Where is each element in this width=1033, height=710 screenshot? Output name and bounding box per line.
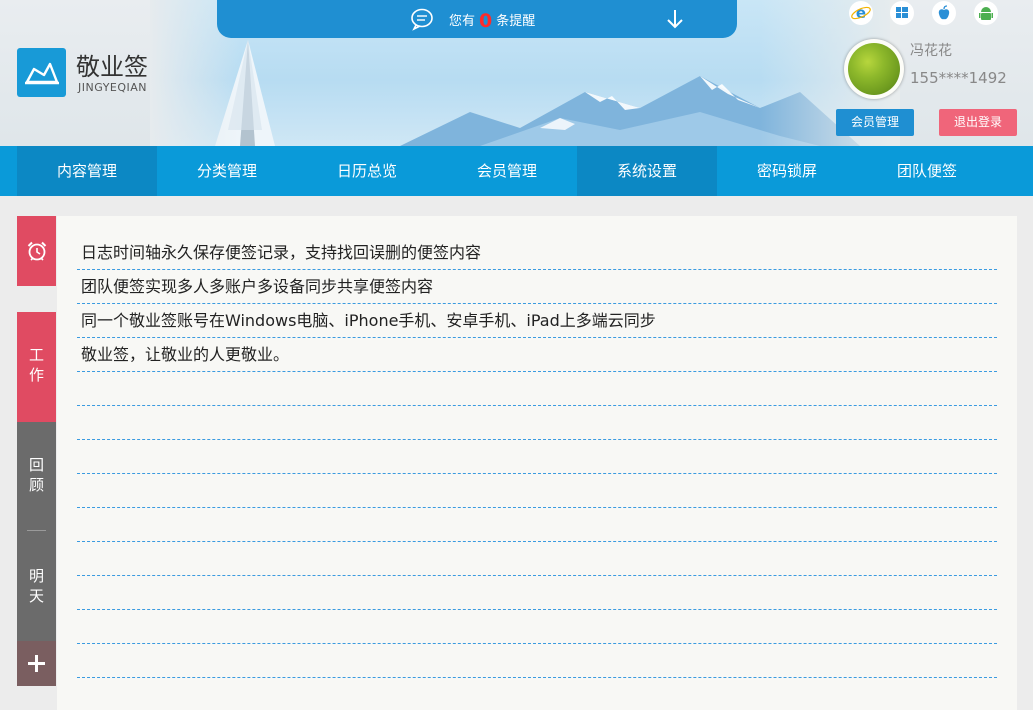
member-management-button[interactable]: 会员管理 <box>836 109 914 136</box>
note-line[interactable] <box>77 440 997 474</box>
note-panel[interactable]: 日志时间轴永久保存便签记录，支持找回误删的便签内容 团队便签实现多人多账户多设备… <box>57 216 1017 710</box>
nav-content-management[interactable]: 内容管理 <box>17 146 157 196</box>
nav-category-management[interactable]: 分类管理 <box>157 146 297 196</box>
nav-member-management[interactable]: 会员管理 <box>437 146 577 196</box>
avatar[interactable] <box>844 39 904 99</box>
note-line[interactable] <box>77 372 997 406</box>
nav-calendar-overview[interactable]: 日历总览 <box>297 146 437 196</box>
app-logo <box>17 48 66 97</box>
main-nav: 内容管理 分类管理 日历总览 会员管理 系统设置 密码锁屏 团队便签 <box>0 146 1033 196</box>
note-line[interactable] <box>77 576 997 610</box>
nav-password-lock[interactable]: 密码锁屏 <box>717 146 857 196</box>
nav-team-notes[interactable]: 团队便签 <box>857 146 997 196</box>
header: 您有 0 条提醒 敬业签 JINGYEQIAN e 冯花花 155****1492 … <box>0 0 1033 146</box>
note-line[interactable] <box>77 474 997 508</box>
logout-button[interactable]: 退出登录 <box>939 109 1017 136</box>
divider <box>27 530 46 531</box>
user-phone: 155****1492 <box>910 69 1007 87</box>
user-name: 冯花花 <box>910 43 952 59</box>
note-line[interactable] <box>77 508 997 542</box>
brand-name: 敬业签 <box>76 53 148 81</box>
note-line[interactable] <box>77 644 997 678</box>
note-line[interactable]: 同一个敬业签账号在Windows电脑、iPhone手机、安卓手机、iPad上多端… <box>77 304 997 338</box>
reminder-count: 0 <box>479 10 493 32</box>
android-icon[interactable] <box>974 1 998 25</box>
note-line[interactable] <box>77 678 997 710</box>
nav-system-settings[interactable]: 系统设置 <box>577 146 717 196</box>
windows-icon[interactable] <box>890 1 914 25</box>
note-line[interactable] <box>77 542 997 576</box>
note-line[interactable] <box>77 610 997 644</box>
apple-icon[interactable] <box>932 1 956 25</box>
note-line[interactable] <box>77 406 997 440</box>
arrow-down-icon[interactable] <box>665 8 685 30</box>
brand-name-en: JINGYEQIAN <box>78 81 148 94</box>
reminder-bar[interactable]: 您有 0 条提醒 <box>217 0 737 38</box>
tab-work[interactable]: 工 作 <box>17 312 56 422</box>
ie-icon[interactable]: e <box>849 1 873 25</box>
message-icon <box>411 8 433 31</box>
svg-text:e: e <box>856 4 866 22</box>
reminder-text: 您有 0 条提醒 <box>449 10 536 32</box>
note-line[interactable]: 敬业签，让敬业的人更敬业。 <box>77 338 997 372</box>
note-line[interactable]: 团队便签实现多人多账户多设备同步共享便签内容 <box>77 270 997 304</box>
tab-review-tomorrow: 回 顾 明 天 <box>17 422 56 641</box>
reminder-tab[interactable] <box>17 216 56 286</box>
logo-icon <box>25 62 59 85</box>
alarm-clock-icon <box>27 241 47 261</box>
note-line[interactable]: 日志时间轴永久保存便签记录，支持找回误删的便签内容 <box>77 236 997 270</box>
add-note-button[interactable] <box>17 641 56 686</box>
